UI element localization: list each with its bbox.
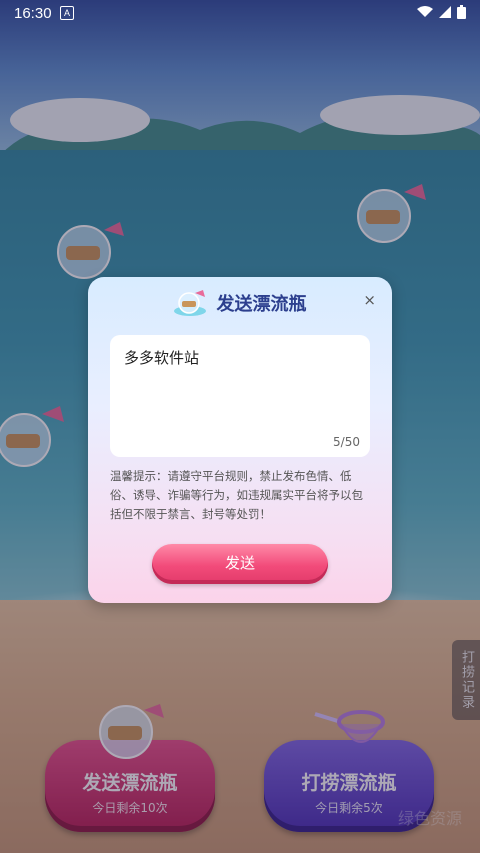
wifi-icon	[417, 6, 433, 17]
send-button[interactable]: 发送	[152, 544, 328, 584]
message-text: 多多软件站	[124, 349, 200, 367]
bottle-icon	[174, 290, 207, 316]
status-bar: 16:30 A	[0, 0, 480, 26]
character-counter: 5/50	[333, 435, 360, 449]
dialog-header: 发送漂流瓶	[88, 289, 392, 319]
battery-icon	[457, 5, 466, 19]
message-input[interactable]: 多多软件站 5/50	[110, 335, 370, 457]
dialog-title: 发送漂流瓶	[216, 294, 307, 315]
close-icon[interactable]: ×	[363, 291, 376, 309]
status-time: 16:30	[14, 5, 52, 22]
signal-icon	[439, 6, 451, 18]
notice-text: 温馨提示：请遵守平台规则，禁止发布色情、低俗、诱导、诈骗等行为，如违规属实平台将…	[110, 469, 363, 521]
notification-icon: A	[60, 6, 74, 20]
send-bottle-dialog: 发送漂流瓶 × 多多软件站 5/50 温馨提示：请遵守平台规则，禁止发布色情、低…	[88, 277, 392, 603]
